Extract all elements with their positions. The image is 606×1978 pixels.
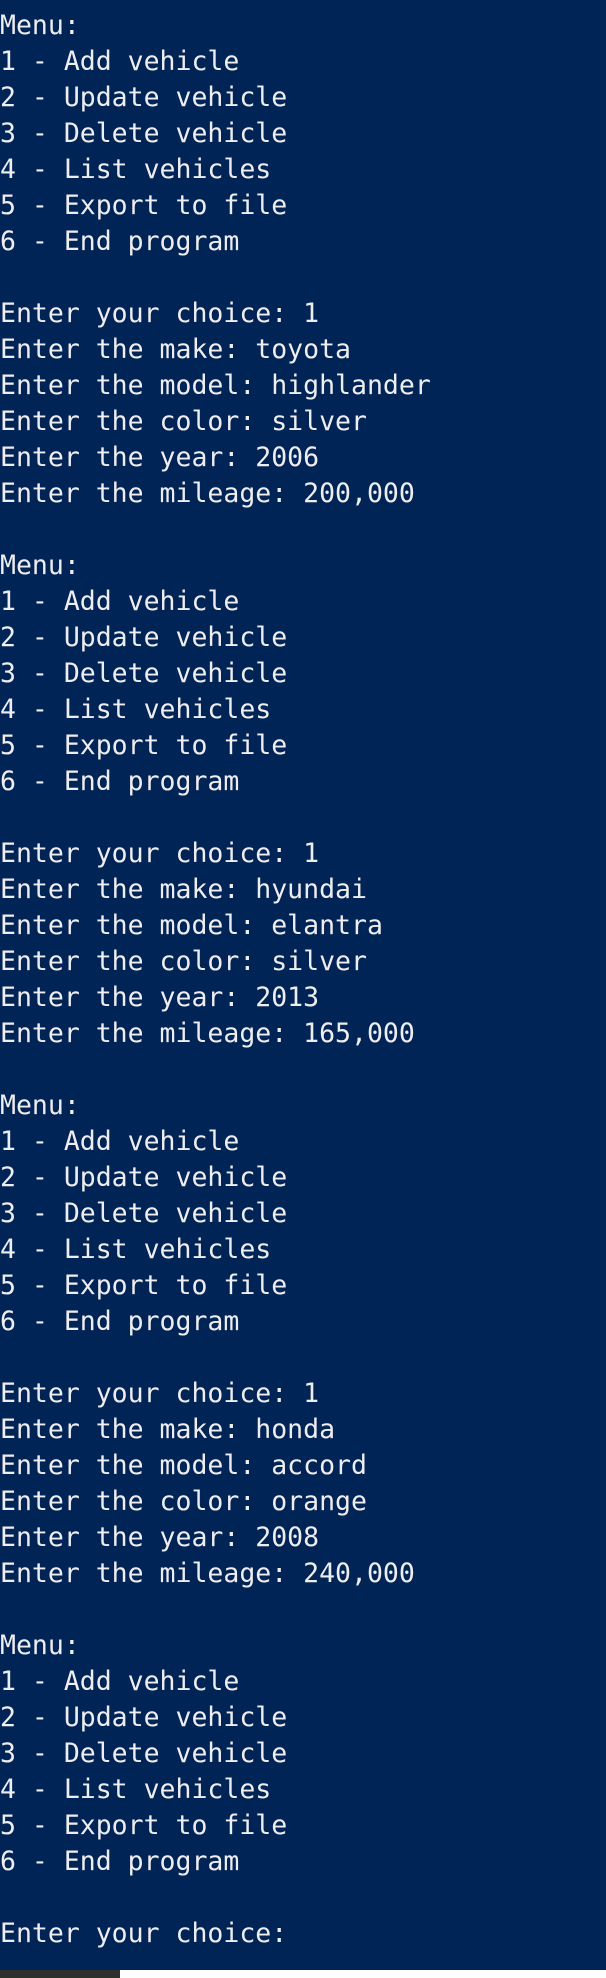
- terminal-line: Enter the make: toyota: [0, 334, 351, 365]
- terminal-line: 1 - Add vehicle: [0, 1126, 240, 1157]
- terminal-line: 2 - Update vehicle: [0, 622, 288, 653]
- terminal-line: Menu:: [0, 550, 80, 581]
- terminal-line: 4 - List vehicles: [0, 1774, 272, 1805]
- terminal-line: 5 - Export to file: [0, 730, 288, 761]
- terminal-line: 1 - Add vehicle: [0, 46, 240, 77]
- terminal-line: Menu:: [0, 1090, 80, 1121]
- terminal-line: Enter the color: silver: [0, 406, 367, 437]
- terminal-line: Menu:: [0, 10, 80, 41]
- scrollbar-thumb[interactable]: [0, 1970, 120, 1978]
- terminal-line: Enter the make: hyundai: [0, 874, 367, 905]
- terminal-line: Enter the color: silver: [0, 946, 367, 977]
- terminal-line: 6 - End program: [0, 766, 240, 797]
- terminal-line: Enter your choice: 1: [0, 1378, 320, 1409]
- terminal-line: 5 - Export to file: [0, 1810, 288, 1841]
- terminal-line: 3 - Delete vehicle: [0, 1198, 288, 1229]
- terminal-line: Enter the model: elantra: [0, 910, 383, 941]
- terminal-line: 5 - Export to file: [0, 190, 288, 221]
- terminal-line: Enter the mileage: 240,000: [0, 1558, 415, 1589]
- terminal-line: 3 - Delete vehicle: [0, 118, 288, 149]
- terminal-line: 1 - Add vehicle: [0, 586, 240, 617]
- terminal-line: 4 - List vehicles: [0, 154, 272, 185]
- terminal-line: Enter the model: highlander: [0, 370, 431, 401]
- terminal-line: Enter the model: accord: [0, 1450, 367, 1481]
- terminal-line: 4 - List vehicles: [0, 694, 272, 725]
- terminal-line: 2 - Update vehicle: [0, 82, 288, 113]
- terminal-line: Enter your choice: 1: [0, 838, 320, 869]
- terminal-line: 3 - Delete vehicle: [0, 658, 288, 689]
- terminal-line: 6 - End program: [0, 1846, 240, 1877]
- terminal-line: Enter the color: orange: [0, 1486, 367, 1517]
- terminal-output[interactable]: Menu: 1 - Add vehicle 2 - Update vehicle 3 …: [0, 0, 606, 1978]
- terminal-line: 3 - Delete vehicle: [0, 1738, 288, 1769]
- terminal-line: 1 - Add vehicle: [0, 1666, 240, 1697]
- terminal-line: Enter the mileage: 200,000: [0, 478, 415, 509]
- terminal-line: Enter the year: 2006: [0, 442, 320, 473]
- terminal-line: 6 - End program: [0, 1306, 240, 1337]
- terminal-line: 2 - Update vehicle: [0, 1162, 288, 1193]
- horizontal-scrollbar[interactable]: [0, 1970, 606, 1978]
- terminal-line: 2 - Update vehicle: [0, 1702, 288, 1733]
- terminal-line: Enter the year: 2008: [0, 1522, 320, 1553]
- terminal-line: Menu:: [0, 1630, 80, 1661]
- terminal-line: Enter the mileage: 165,000: [0, 1018, 415, 1049]
- terminal-line: 6 - End program: [0, 226, 240, 257]
- terminal-line: Enter your choice: 1: [0, 298, 320, 329]
- terminal-line: 5 - Export to file: [0, 1270, 288, 1301]
- terminal-line: 4 - List vehicles: [0, 1234, 272, 1265]
- terminal-line: Enter your choice:: [0, 1918, 304, 1949]
- terminal-line: Enter the year: 2013: [0, 982, 320, 1013]
- terminal-line: Enter the make: honda: [0, 1414, 336, 1445]
